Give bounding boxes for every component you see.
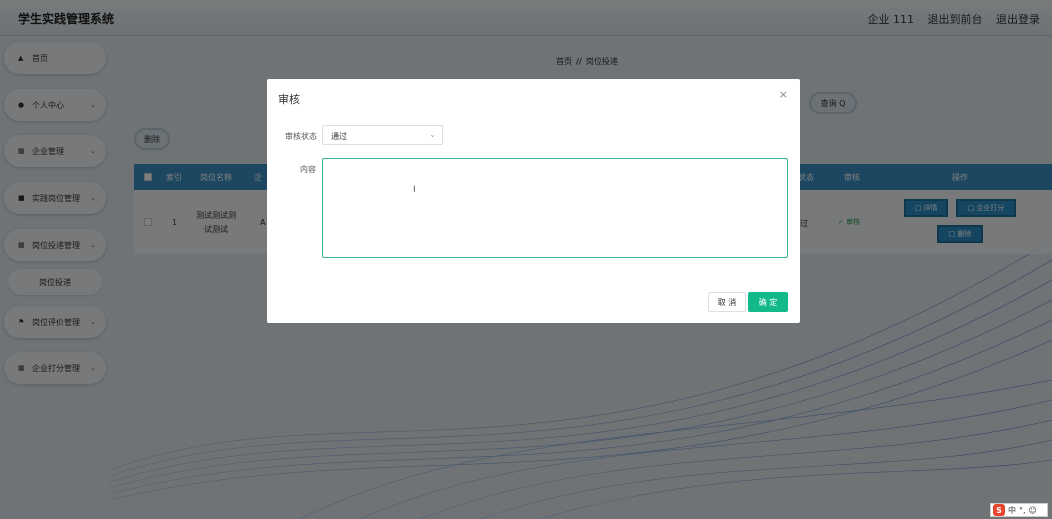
ime-tray[interactable]: S 中 °, ☺: [990, 503, 1048, 517]
dialog-title: 审核: [278, 93, 300, 106]
emoji-icon: ☺: [1028, 505, 1037, 515]
audit-dialog: 审核 × 审核状态 通过 ⌄ 内容 I 取 消 确 定: [267, 79, 800, 323]
cancel-button[interactable]: 取 消: [708, 292, 746, 312]
ime-language: 中: [1008, 505, 1016, 515]
status-label: 审核状态: [285, 132, 317, 141]
punctuation-icon: °,: [1019, 505, 1026, 515]
status-select-value: 通过: [331, 132, 347, 141]
status-select[interactable]: 通过 ⌄: [322, 125, 443, 145]
sogou-logo-icon: S: [993, 504, 1005, 516]
chevron-down-icon: ⌄: [429, 130, 436, 139]
confirm-button[interactable]: 确 定: [748, 292, 788, 312]
close-icon[interactable]: ×: [779, 88, 788, 101]
content-textarea[interactable]: [322, 158, 788, 258]
content-label: 内容: [300, 165, 316, 174]
text-cursor-icon: I: [413, 185, 416, 195]
